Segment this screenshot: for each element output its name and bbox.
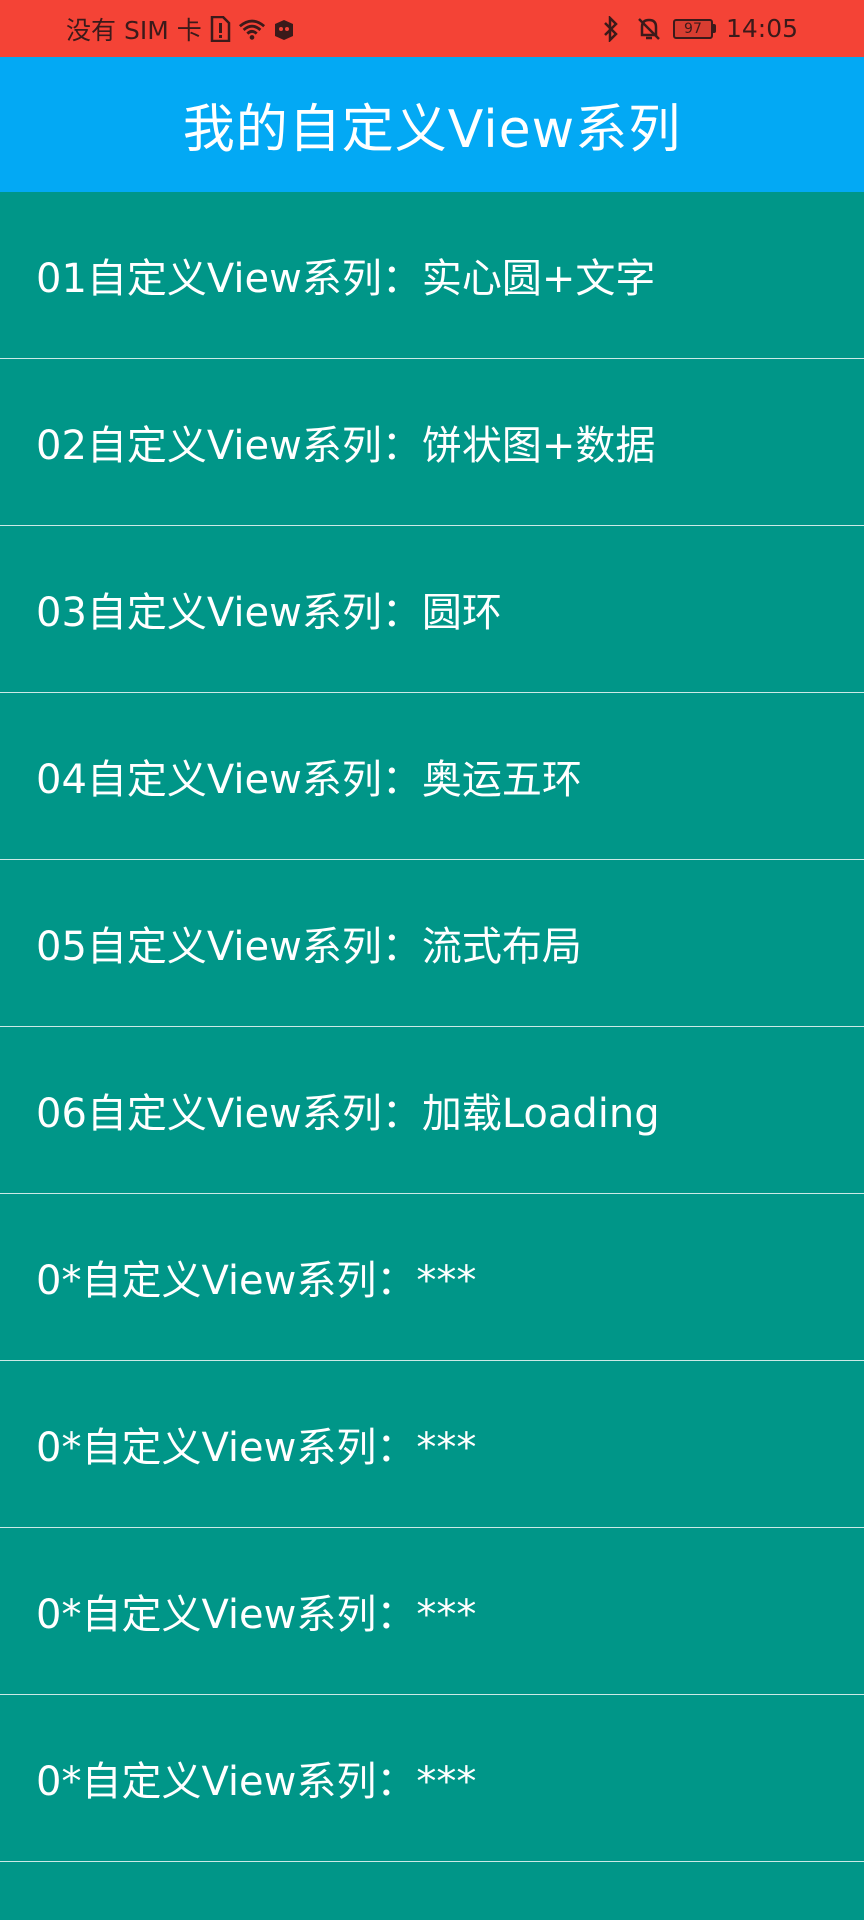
list-item[interactable]: 0*自定义View系列：***: [0, 1695, 864, 1862]
list-item[interactable]: 02自定义View系列：饼状图+数据: [0, 359, 864, 526]
list-item-label: 05自定义View系列：流式布局: [36, 924, 582, 970]
page-title: 我的自定义View系列: [182, 100, 682, 160]
list-item[interactable]: 03自定义View系列：圆环: [0, 526, 864, 693]
list-item-label: 0*自定义View系列：***: [36, 1258, 477, 1304]
bluetooth-icon: [597, 15, 625, 43]
list-item[interactable]: 0*自定义View系列：***: [0, 1361, 864, 1528]
carrier-text: 没有 SIM 卡: [66, 15, 202, 45]
battery-level: 97: [672, 18, 713, 39]
list-item-label: 02自定义View系列：饼状图+数据: [36, 423, 656, 469]
list-item-label: 04自定义View系列：奥运五环: [36, 757, 582, 803]
status-bar: 没有 SIM 卡 97 14:05: [0, 0, 864, 57]
battery-tip: [712, 24, 716, 33]
list-item[interactable]: 05自定义View系列：流式布局: [0, 860, 864, 1027]
list-item-label: 0*自定义View系列：***: [36, 1425, 477, 1471]
app-bar: 我的自定义View系列: [0, 57, 864, 192]
battery-icon: 97: [672, 18, 716, 39]
list-item-label: 01自定义View系列：实心圆+文字: [36, 256, 656, 302]
list-item[interactable]: 04自定义View系列：奥运五环: [0, 693, 864, 860]
list-item[interactable]: 0*自定义View系列：***: [0, 1194, 864, 1361]
list-item-label: 0*自定义View系列：***: [36, 1592, 477, 1638]
list-item-label: 03自定义View系列：圆环: [36, 590, 502, 636]
list-item-label: 0*自定义View系列：***: [36, 1759, 477, 1805]
clock: 14:05: [725, 14, 798, 43]
list-item[interactable]: 01自定义View系列：实心圆+文字: [0, 192, 864, 359]
app-notification-icon: [270, 15, 298, 43]
status-bar-left: 没有 SIM 卡: [66, 0, 298, 57]
custom-view-list: 01自定义View系列：实心圆+文字 02自定义View系列：饼状图+数据 03…: [0, 192, 864, 1862]
status-bar-right: 97 14:05: [597, 0, 798, 57]
list-item[interactable]: 06自定义View系列：加载Loading: [0, 1027, 864, 1194]
bell-off-icon: [635, 15, 663, 43]
wifi-icon: [238, 15, 266, 43]
list-item-label: 06自定义View系列：加载Loading: [36, 1091, 660, 1137]
list-item[interactable]: 0*自定义View系列：***: [0, 1528, 864, 1695]
sim-alert-icon: [206, 15, 234, 43]
